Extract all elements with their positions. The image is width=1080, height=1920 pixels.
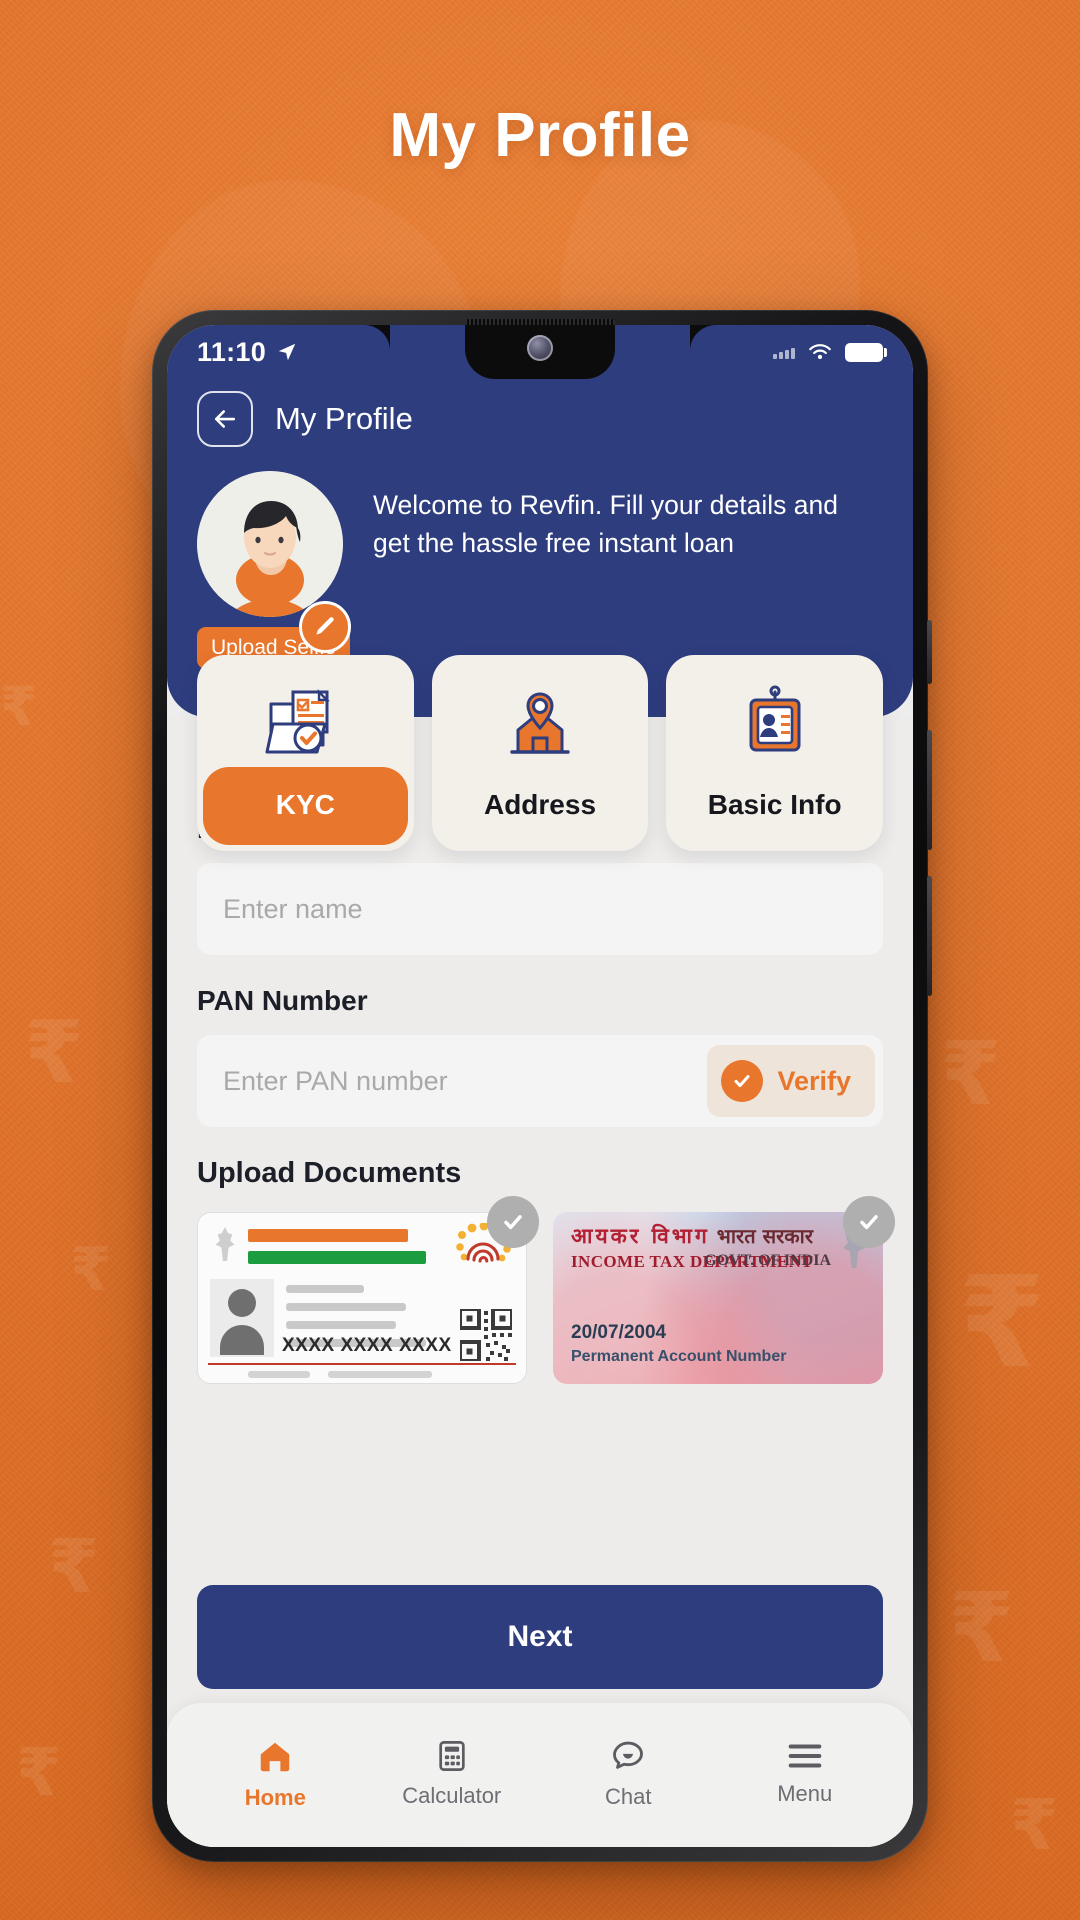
check-circle-icon [721,1060,764,1102]
verify-pan-label: Verify [777,1065,851,1096]
phone-mockup: 11:10 My Profile Upload Selfie Welcome t… [152,310,932,1862]
chat-bubble-icon [613,1741,644,1769]
rupee-watermark: ₹ [940,1022,1002,1125]
status-time: 11:10 [197,336,267,367]
pan-govt-hindi: भारत सरकार [716,1224,813,1248]
rupee-watermark: ₹ [0,675,38,738]
page-title: My Profile [389,101,691,170]
tab-basic-info-label-wrap: Basic Info [666,767,883,851]
pan-hindi-title: आयकर विभाग [571,1224,710,1248]
pan-card-upload[interactable]: आयकर विभाग INCOME TAX DEPARTMENT भारत सर… [553,1196,895,1384]
tab-basic-info[interactable]: Basic Info [666,655,884,851]
pan-date: 20/07/2004 [571,1322,667,1343]
nav-item-menu-label: Menu [777,1781,833,1806]
pan-subtitle: Permanent Account Number [571,1348,787,1365]
tab-address[interactable]: Address [431,655,649,851]
avatar[interactable] [197,471,343,617]
rupee-watermark: ₹ [70,1235,112,1305]
edit-avatar-button[interactable] [299,601,351,653]
bottom-navigation: Home Calculator Chat Menu [167,1703,913,1847]
aadhaar-card-image: XXXX XXXX XXXX [197,1212,527,1384]
location-arrow-icon [278,343,296,361]
tab-kyc[interactable]: KYC [197,655,414,851]
aadhaar-text-line [286,1321,396,1329]
aadhaar-photo-placeholder [210,1279,274,1357]
nav-item-chat-label: Chat [605,1784,652,1809]
welcome-row: Upload Selfie Welcome to Revfin. Fill yo… [167,447,913,669]
app-bar: My Profile [167,379,913,447]
calculator-icon [439,1741,465,1771]
nav-item-home-label: Home [244,1785,306,1810]
nav-item-menu[interactable]: Menu [717,1725,894,1807]
pan-label: PAN Number [197,985,368,1016]
arrow-left-icon [214,410,236,428]
aadhaar-divider [208,1363,516,1365]
qr-code-icon [460,1309,512,1361]
rupee-watermark: ₹ [1010,1784,1059,1866]
aadhaar-footer-line [328,1371,432,1378]
name-input-placeholder: Enter name [223,893,363,924]
nav-item-calculator-label: Calculator [402,1783,502,1808]
avatar-column: Upload Selfie [197,471,351,669]
verify-pan-button[interactable]: Verify [707,1045,875,1117]
wifi-icon [809,344,831,360]
pan-input-placeholder: Enter PAN number [223,1065,448,1096]
hamburger-menu-icon [788,1744,822,1768]
aadhaar-green-bar [248,1251,426,1264]
pencil-edit-icon [316,617,334,635]
app-bar-title: My Profile [275,401,413,436]
nav-item-home[interactable]: Home [187,1721,364,1811]
pan-input[interactable]: Enter PAN number Verify [197,1035,883,1127]
aadhaar-text-line [286,1303,406,1311]
aadhaar-masked-number: XXXX XXXX XXXX [282,1335,452,1356]
tab-kyc-label: KYC [203,767,408,845]
pan-artwork: आयकर विभाग INCOME TAX DEPARTMENT भारत सर… [553,1212,883,1384]
phone-screen: 11:10 My Profile Upload Selfie Welcome t… [167,325,913,1847]
next-button-label: Next [507,1620,573,1653]
battery-full-icon [845,342,887,362]
aadhaar-artwork: XXXX XXXX XXXX [198,1213,526,1383]
back-button[interactable] [197,391,253,447]
status-bar-left: 11:10 [197,337,298,368]
phone-volume-down-button [927,876,932,996]
status-bar-right [773,342,887,362]
documents-row: XXXX XXXX XXXX आयकर विभाग INCOME TAX DEP… [197,1196,895,1384]
phone-side-button [927,620,932,684]
location-pin-house-icon [500,681,580,767]
name-input[interactable]: Enter name [197,863,883,955]
pan-govt-english: GOVT. OF INDIA [704,1252,831,1269]
tab-basic-info-label: Basic Info [707,789,842,820]
india-emblem-icon [215,1227,235,1261]
rupee-watermark: ₹ [958,1249,1046,1396]
rupee-watermark: ₹ [948,1572,1015,1684]
aadhaar-text-line [286,1285,364,1293]
upload-documents-title: Upload Documents [197,1157,462,1189]
rupee-watermark: ₹ [48,1524,100,1610]
id-card-person-icon [735,681,815,767]
user-avatar-image [197,471,343,617]
kyc-folder-document-icon [263,681,347,767]
status-bar: 11:10 [167,325,913,379]
tab-address-label-wrap: Address [432,767,649,851]
aadhaar-check-circle-icon [487,1196,539,1248]
aadhaar-footer-line [248,1371,310,1378]
form-content: Name Enter name PAN Number Enter PAN num… [167,717,913,1847]
pan-card-image: आयकर विभाग INCOME TAX DEPARTMENT भारत सर… [553,1212,883,1384]
home-icon [261,1742,290,1772]
aadhaar-saffron-bar [248,1229,408,1242]
welcome-text: Welcome to Revfin. Fill your details and… [373,490,838,558]
phone-volume-up-button [927,730,932,850]
pan-check-circle-icon [843,1196,895,1248]
signal-bars-icon [773,345,795,359]
rupee-watermark: ₹ [24,1003,84,1103]
profile-section-tabs: KYC Address Basic Info [167,655,913,851]
nav-item-calculator[interactable]: Calculator [364,1723,541,1809]
nav-item-chat[interactable]: Chat [540,1722,717,1810]
tab-address-label: Address [483,789,597,820]
next-button[interactable]: Next [197,1585,883,1689]
rupee-watermark: ₹ [16,1734,62,1811]
aadhaar-card-upload[interactable]: XXXX XXXX XXXX [197,1196,539,1384]
tab-kyc-label-wrap: KYC [197,767,414,851]
